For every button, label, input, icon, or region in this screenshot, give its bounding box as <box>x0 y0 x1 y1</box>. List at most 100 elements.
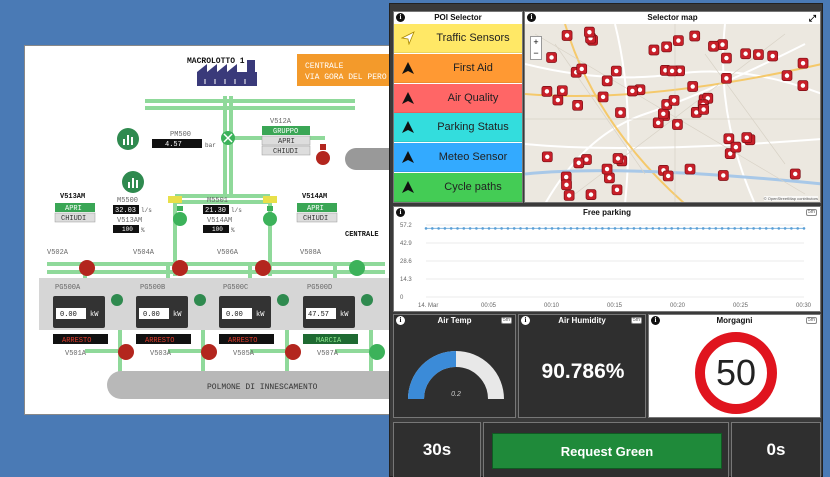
v512a-close-button[interactable]: CHIUDI <box>273 148 298 156</box>
v514am-open-button[interactable]: APRI <box>307 205 324 213</box>
map-marker-icon[interactable] <box>797 80 809 91</box>
map-marker-icon[interactable] <box>797 57 809 69</box>
map-marker-icon[interactable] <box>561 179 572 191</box>
map-marker-icon[interactable] <box>753 49 764 60</box>
map-marker-icon[interactable] <box>657 108 669 120</box>
map-marker-icon[interactable] <box>615 107 626 118</box>
map-marker-icon[interactable] <box>740 48 751 60</box>
x-tick-label: 00:10 <box>544 303 560 309</box>
info-icon[interactable]: i <box>521 316 530 325</box>
morgagni-widget: i Morgagni 5m 50 <box>648 314 821 418</box>
arrow-icon <box>394 120 422 134</box>
info-icon[interactable]: i <box>396 316 405 325</box>
valve-icon <box>118 344 134 360</box>
data-point <box>802 227 806 230</box>
time-range-tag[interactable]: 5m <box>806 209 817 216</box>
map-marker-icon[interactable] <box>552 94 564 106</box>
valve-label-v503a: V503A <box>150 350 172 358</box>
map-marker-icon[interactable] <box>597 91 609 103</box>
zoom-in-button[interactable]: + <box>531 37 541 48</box>
poi-item-5[interactable]: Cycle paths <box>394 173 522 202</box>
map-marker-icon[interactable] <box>717 170 729 181</box>
info-icon[interactable]: i <box>396 13 405 22</box>
map-marker-icon[interactable] <box>541 86 553 97</box>
data-point <box>563 227 566 230</box>
map-marker-icon[interactable] <box>661 41 672 53</box>
map-marker-icon[interactable] <box>556 85 568 97</box>
request-green-button[interactable]: Request Green <box>492 433 722 469</box>
map-marker-icon[interactable] <box>721 52 732 64</box>
map-marker-icon[interactable] <box>652 117 664 129</box>
poi-item-3[interactable]: Parking Status <box>394 113 522 143</box>
map-marker-icon[interactable] <box>698 104 709 115</box>
map-marker-icon[interactable] <box>730 141 742 153</box>
v513am-close-button[interactable]: CHIUDI <box>61 215 86 223</box>
data-point <box>437 227 440 230</box>
data-point <box>582 227 585 230</box>
valve-icon <box>172 260 188 276</box>
fullscreen-icon[interactable]: ⤢ <box>809 13 816 24</box>
map-marker-icon[interactable] <box>601 75 613 87</box>
map-marker-icon[interactable] <box>684 163 696 175</box>
map-marker-icon[interactable] <box>648 44 660 56</box>
map-marker-icon[interactable] <box>585 189 597 200</box>
map-marker-icon[interactable] <box>572 99 583 111</box>
pump-status-b: ARRESTO <box>145 337 174 345</box>
map-marker-icon[interactable] <box>601 163 613 175</box>
data-point <box>701 227 705 230</box>
map-marker-icon[interactable] <box>687 81 699 92</box>
request-widget: Request Green <box>483 422 729 477</box>
map-marker-icon[interactable] <box>546 52 557 63</box>
map-marker-icon[interactable] <box>708 40 719 52</box>
time-range-tag[interactable]: 5m <box>806 317 817 324</box>
map-marker-icon[interactable] <box>612 153 624 164</box>
time-range-tag[interactable]: 5m <box>501 317 512 324</box>
map-marker-icon[interactable] <box>673 35 684 46</box>
data-point <box>601 227 604 230</box>
speed-limit-value: 50 <box>715 352 757 393</box>
map-marker-icon[interactable] <box>672 119 683 130</box>
v514am-close-button[interactable]: CHIUDI <box>303 215 328 223</box>
poi-item-1[interactable]: First Aid <box>394 53 522 83</box>
valve-icon <box>201 344 217 360</box>
poi-item-0[interactable]: Traffic Sensors <box>394 24 522 53</box>
map-marker-icon[interactable] <box>767 50 779 62</box>
map-marker-icon[interactable] <box>627 85 638 97</box>
time-range-tag[interactable]: 5m <box>631 317 642 324</box>
v513am-open-button[interactable]: APRI <box>65 205 82 213</box>
map-marker-icon[interactable] <box>563 190 575 201</box>
map-marker-icon[interactable] <box>561 30 573 41</box>
map-marker-icon[interactable] <box>781 70 793 81</box>
map-view[interactable] <box>525 24 821 203</box>
map-marker-icon[interactable] <box>789 168 801 180</box>
v512a-open-button[interactable]: APRI <box>278 138 295 146</box>
info-icon[interactable]: i <box>527 13 536 22</box>
map-marker-icon[interactable] <box>668 95 680 106</box>
map-marker-icon[interactable] <box>611 184 623 196</box>
pump-value-d: 47.57 <box>308 311 329 319</box>
info-icon[interactable]: i <box>396 208 405 217</box>
map-marker-icon[interactable] <box>573 157 585 169</box>
v514am-pct-label: V514AM <box>207 217 232 225</box>
map-marker-icon[interactable] <box>721 72 732 84</box>
map-marker-icon[interactable] <box>689 30 701 42</box>
info-icon[interactable]: i <box>651 316 660 325</box>
map-marker-icon[interactable] <box>717 39 728 50</box>
map-marker-icon[interactable] <box>741 132 753 143</box>
poi-item-2[interactable]: Air Quality <box>394 83 522 113</box>
gauge-fill <box>408 351 457 400</box>
map-marker-icon[interactable] <box>584 26 595 38</box>
map-marker-icon[interactable] <box>662 170 674 182</box>
poi-selector-title: POI Selector <box>434 13 482 22</box>
pump-unit-a: kW <box>90 311 99 319</box>
map-marker-icon[interactable] <box>666 65 678 77</box>
data-point <box>431 227 434 230</box>
map-marker-icon[interactable] <box>576 63 588 75</box>
poi-item-4[interactable]: Meteo Sensor <box>394 143 522 173</box>
scada-panel: MACROLOTTO 1 CENTRALE VIA GORA DEL PERO … <box>24 45 396 415</box>
trend-icon <box>361 294 373 306</box>
pump-label-c: PG500C <box>223 284 248 292</box>
map-marker-icon[interactable] <box>541 151 553 163</box>
map-marker-icon[interactable] <box>610 65 622 77</box>
zoom-out-button[interactable]: − <box>531 48 541 59</box>
